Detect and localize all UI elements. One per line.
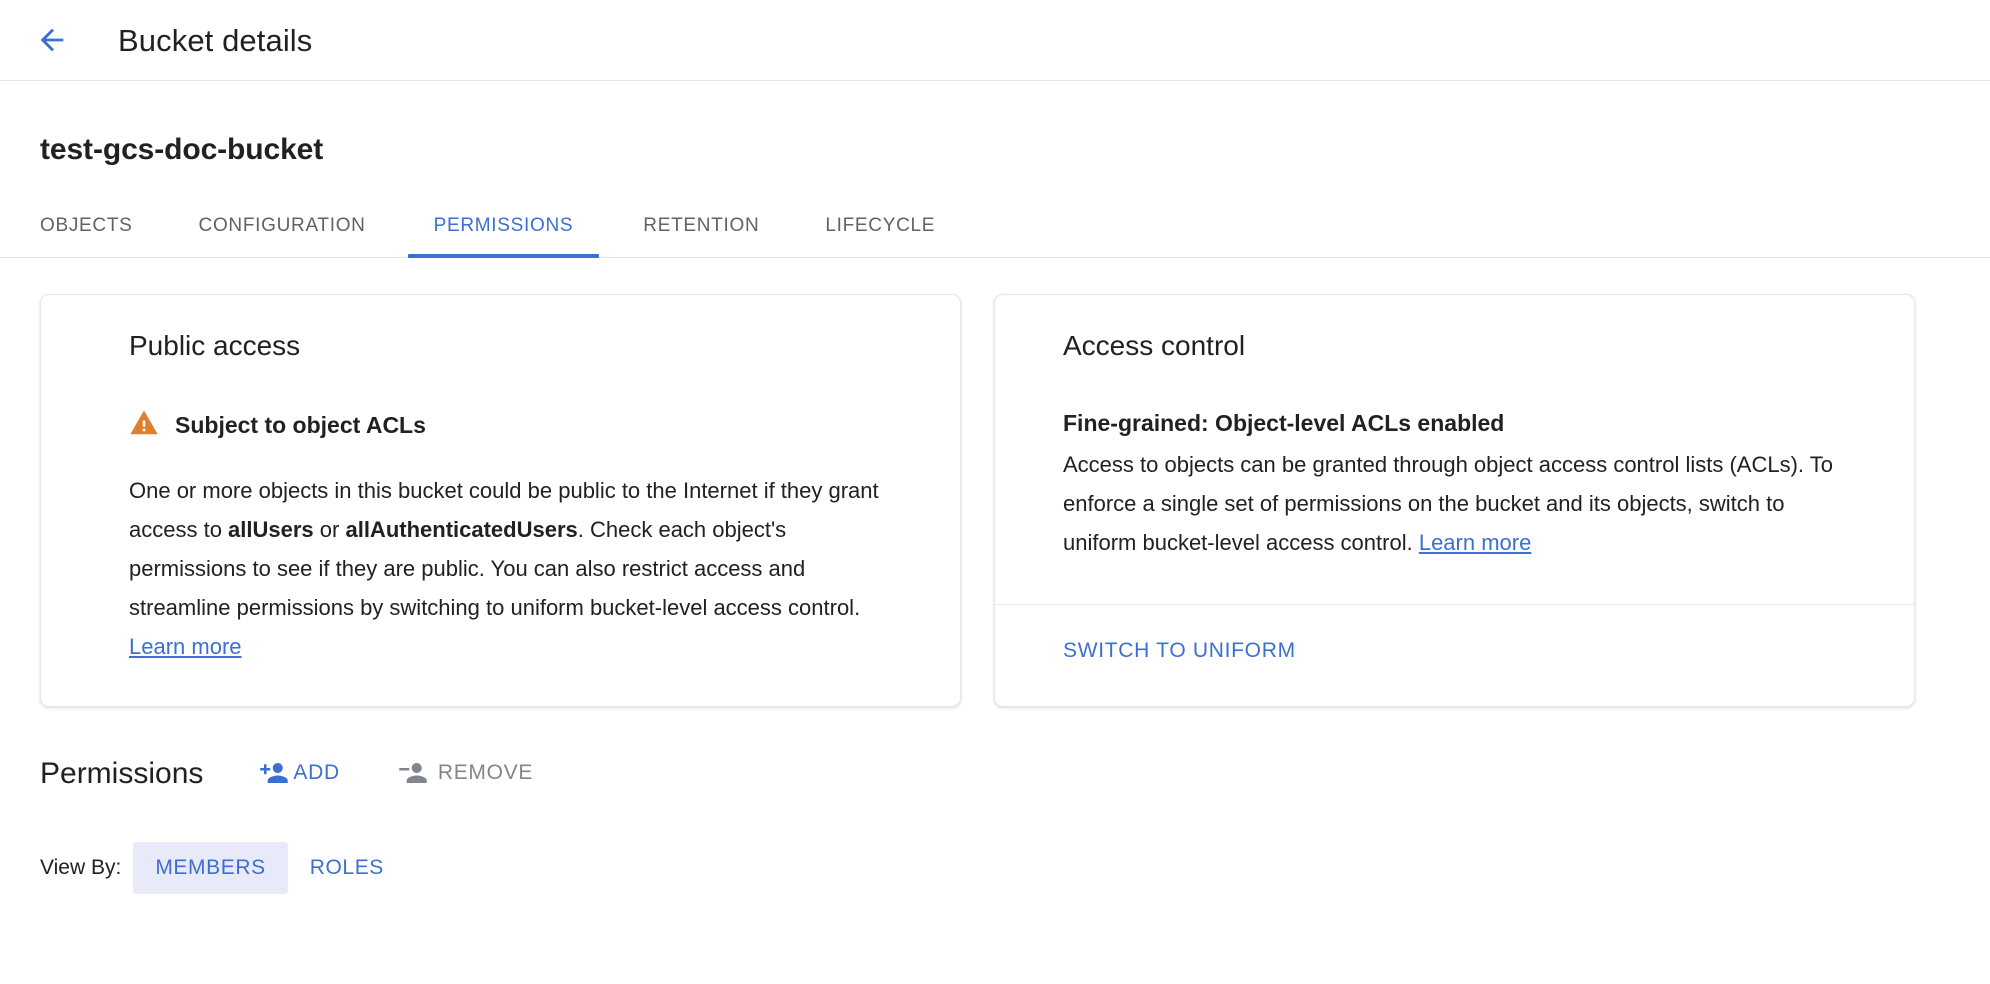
add-member-label: ADD (293, 761, 339, 785)
tab-permissions[interactable]: PERMISSIONS (408, 215, 600, 257)
public-access-status: Subject to object ACLs (129, 408, 904, 443)
access-control-card: Access control Fine-grained: Object-leve… (994, 294, 1915, 707)
tab-configuration[interactable]: CONFIGURATION (173, 215, 392, 257)
remove-member-button[interactable]: REMOVE (398, 758, 533, 788)
switch-to-uniform-button[interactable]: SWITCH TO UNIFORM (1063, 639, 1296, 663)
public-access-desc-part2: or (314, 517, 346, 542)
access-control-learn-more-link[interactable]: Learn more (1419, 530, 1532, 555)
all-authenticated-users-term: allAuthenticatedUsers (345, 517, 577, 542)
view-by-label: View By: (40, 856, 121, 880)
person-add-icon (259, 758, 289, 788)
permissions-section-header: Permissions ADD REMOVE (0, 707, 1990, 790)
tab-retention[interactable]: RETENTION (617, 215, 785, 257)
view-by-row: View By: MEMBERS ROLES (0, 790, 1990, 894)
public-access-title: Public access (129, 331, 904, 362)
public-access-learn-more-link[interactable]: Learn more (129, 634, 242, 659)
bucket-name: test-gcs-doc-bucket (0, 81, 1990, 166)
access-control-content: Access control Fine-grained: Object-leve… (995, 295, 1914, 604)
add-member-button[interactable]: ADD (259, 758, 339, 788)
warning-triangle-icon (129, 408, 159, 443)
page-title: Bucket details (118, 25, 312, 56)
access-control-description: Access to objects can be granted through… (1063, 445, 1862, 562)
view-by-roles-option[interactable]: ROLES (288, 842, 406, 894)
remove-member-label: REMOVE (438, 761, 533, 785)
tab-bar: OBJECTS CONFIGURATION PERMISSIONS RETENT… (0, 196, 1990, 258)
access-control-subtitle: Fine-grained: Object-level ACLs enabled (1063, 408, 1862, 439)
permissions-title: Permissions (40, 757, 203, 790)
person-remove-icon (398, 758, 428, 788)
app-bar: Bucket details (0, 0, 1990, 81)
public-access-card: Public access Subject to object ACLs One… (40, 294, 961, 707)
arrow-left-icon (35, 23, 69, 57)
access-control-title: Access control (1063, 331, 1862, 362)
tab-objects[interactable]: OBJECTS (40, 215, 159, 257)
cards-row: Public access Subject to object ACLs One… (0, 258, 1990, 707)
public-access-description: One or more objects in this bucket could… (129, 471, 904, 666)
view-by-members-option[interactable]: MEMBERS (133, 842, 287, 894)
access-control-footer: SWITCH TO UNIFORM (995, 605, 1914, 697)
public-access-status-text: Subject to object ACLs (175, 412, 426, 440)
all-users-term: allUsers (228, 517, 314, 542)
back-button[interactable] (24, 12, 80, 68)
tab-lifecycle[interactable]: LIFECYCLE (799, 215, 961, 257)
